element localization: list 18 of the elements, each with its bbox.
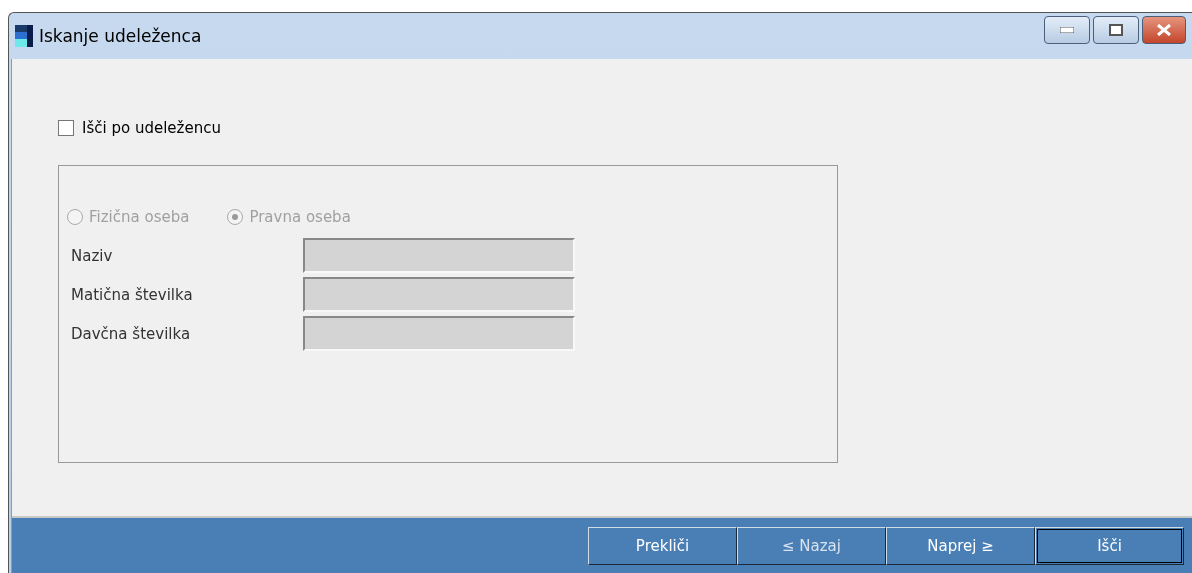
wizard-button[interactable]: Naprej ≥ — [886, 526, 1035, 565]
close-button[interactable] — [1142, 16, 1186, 44]
maximize-button[interactable] — [1093, 16, 1139, 44]
checkbox[interactable] — [58, 120, 74, 136]
app-icon — [15, 25, 33, 47]
minimize-button[interactable] — [1044, 16, 1090, 44]
close-icon — [1156, 24, 1172, 36]
field-label: Davčna številka — [70, 324, 192, 343]
wizard-button[interactable]: Prekliči — [588, 526, 737, 565]
checkbox-label: Išči po udeležencu — [82, 119, 221, 137]
field-label: Naziv — [70, 246, 114, 265]
wizard-button[interactable]: Išči — [1035, 526, 1184, 565]
radio-label: Pravna oseba — [249, 208, 351, 226]
radio-label: Fizična oseba — [89, 208, 190, 226]
minimize-icon — [1060, 27, 1074, 33]
window-title: Iskanje udeleženca — [39, 26, 202, 46]
field-label: Matična številka — [70, 285, 194, 304]
maximize-icon — [1109, 24, 1123, 36]
